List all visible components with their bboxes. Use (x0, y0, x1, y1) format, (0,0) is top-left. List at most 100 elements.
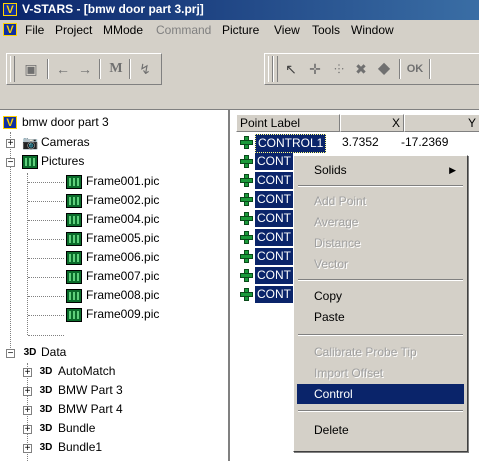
collapse-pictures-icon[interactable]: − (6, 158, 15, 168)
control-point-icon (240, 136, 253, 149)
menu-item-solids[interactable]: Solids ▶ (297, 160, 464, 180)
diamond-icon[interactable]: ◆ (373, 58, 395, 80)
expand-cameras-icon[interactable]: + (6, 139, 15, 149)
point-label-cell[interactable]: CONT (255, 267, 293, 284)
expand-icon[interactable]: + (23, 406, 32, 416)
picture-icon (66, 213, 82, 227)
toolbar-gap (0, 93, 479, 110)
tree-item-cameras[interactable]: Cameras (41, 133, 90, 152)
menu-picture[interactable]: Picture (222, 23, 259, 37)
toolbar-separator (129, 59, 131, 79)
tree-connector (28, 239, 64, 240)
tree-item-pictures[interactable]: Pictures (41, 152, 84, 171)
menu-view[interactable]: View (274, 23, 300, 37)
tree-item-data-child[interactable]: Bundle1 (58, 438, 102, 457)
tree-item-data[interactable]: Data (41, 343, 66, 362)
tree-connector (28, 201, 64, 202)
tree-item-data-child[interactable]: Bundle (58, 419, 95, 438)
control-point-icon (240, 288, 253, 301)
split-cross-icon[interactable]: ⸭ (329, 58, 349, 80)
project-tree: V bmw door part 3 + 📷 Cameras − Pictures… (0, 110, 230, 461)
column-header-point-label[interactable]: Point Label (236, 114, 340, 132)
point-label-cell[interactable]: CONT (255, 153, 293, 170)
tree-connector (28, 296, 64, 297)
tree-item-data-child[interactable]: BMW Part 4 (58, 400, 123, 419)
expand-icon[interactable]: + (23, 368, 32, 378)
menu-item-delete[interactable]: Delete (297, 420, 464, 440)
control-point-icon (240, 231, 253, 244)
control-point-icon (240, 269, 253, 282)
point-label-cell[interactable]: CONT (255, 210, 293, 227)
menu-window[interactable]: Window (351, 23, 394, 37)
control-point-icon (240, 212, 253, 225)
point-label-cell[interactable]: CONT (255, 248, 293, 265)
data-3d-icon: 3D (39, 423, 53, 434)
measure-mode-button[interactable]: M (105, 58, 127, 80)
menu-separator (298, 410, 463, 412)
toolbar-separator (429, 59, 431, 79)
picture-icon (66, 175, 82, 189)
point-label-cell[interactable]: CONT (255, 229, 293, 246)
point-label-cell[interactable]: CONT (255, 172, 293, 189)
menu-item-copy[interactable]: Copy (297, 286, 464, 306)
menu-item-calibrate-probe-tip[interactable]: Calibrate Probe Tip (297, 342, 464, 362)
delete-x-icon[interactable]: ✖ (351, 58, 371, 80)
tree-item-frame[interactable]: Frame009.pic (86, 305, 159, 324)
camera-icon[interactable]: ▣ (19, 58, 43, 80)
expand-icon[interactable]: + (23, 387, 32, 397)
picture-icon (66, 308, 82, 322)
tree-connector (28, 335, 64, 336)
tree-root[interactable]: bmw door part 3 (22, 113, 109, 132)
menu-item-distance[interactable]: Distance (297, 233, 464, 253)
menu-file[interactable]: File (25, 23, 44, 37)
collapse-data-icon[interactable]: − (6, 349, 15, 359)
tree-item-frame[interactable]: Frame008.pic (86, 286, 159, 305)
tree-item-frame[interactable]: Frame001.pic (86, 172, 159, 191)
toolbar-grip[interactable] (10, 56, 15, 82)
table-row[interactable]: CONTROL1 3.7352 -17.2369 (240, 133, 479, 153)
ok-button[interactable]: OK (403, 58, 427, 80)
column-header-x[interactable]: X (340, 114, 404, 132)
tree-item-frame[interactable]: Frame005.pic (86, 229, 159, 248)
document-icon[interactable]: V (3, 23, 17, 36)
point-label-cell[interactable]: CONT (255, 286, 293, 303)
menu-mmode[interactable]: MMode (103, 23, 143, 37)
expand-icon[interactable]: + (23, 425, 32, 435)
picture-icon (66, 232, 82, 246)
picture-icon (66, 289, 82, 303)
menu-item-paste[interactable]: Paste (297, 307, 464, 327)
menu-project[interactable]: Project (55, 23, 92, 37)
menu-item-import-offset[interactable]: Import Offset (297, 363, 464, 383)
tree-item-frame[interactable]: Frame004.pic (86, 210, 159, 229)
tree-item-frame[interactable]: Frame006.pic (86, 248, 159, 267)
x-value-cell: 3.7352 (342, 135, 379, 149)
arrow-right-icon[interactable]: → (75, 58, 95, 80)
menu-separator (298, 279, 463, 281)
point-label-cell[interactable]: CONT (255, 191, 293, 208)
tree-item-frame[interactable]: Frame007.pic (86, 267, 159, 286)
point-label-cell[interactable]: CONTROL1 (255, 134, 327, 153)
tree-item-data-child[interactable]: BMW Part 3 (58, 381, 123, 400)
menu-item-average[interactable]: Average (297, 212, 464, 232)
menu-tools[interactable]: Tools (312, 23, 340, 37)
crosshair-icon[interactable]: ✛ (305, 58, 325, 80)
menu-item-add-point[interactable]: Add Point (297, 191, 464, 211)
tree-item-frame[interactable]: Frame002.pic (86, 191, 159, 210)
submenu-arrow-icon: ▶ (449, 165, 456, 175)
menu-item-vector[interactable]: Vector (297, 254, 464, 274)
y-value-cell: -17.2369 (401, 135, 449, 149)
menu-item-control[interactable]: Control (297, 384, 464, 404)
toolbar-group-2: ↖ ✛ ⸭ ✖ ◆ OK (264, 53, 479, 85)
project-icon: V (3, 116, 17, 129)
expand-icon[interactable]: + (23, 444, 32, 454)
disabled-tool-icon[interactable]: ↯ (134, 58, 156, 80)
control-point-icon (240, 174, 253, 187)
column-header-y[interactable]: Y (404, 114, 479, 132)
tree-item-data-child[interactable]: AutoMatch (58, 362, 115, 381)
data-3d-icon: 3D (39, 404, 53, 415)
picture-icon (66, 251, 82, 265)
arrow-left-icon[interactable]: ← (53, 58, 73, 80)
menu-command[interactable]: Command (156, 23, 211, 37)
pointer-arrow-icon[interactable]: ↖ (281, 58, 301, 80)
title-bar: V V-STARS - [bmw door part 3.prj] (0, 0, 479, 20)
